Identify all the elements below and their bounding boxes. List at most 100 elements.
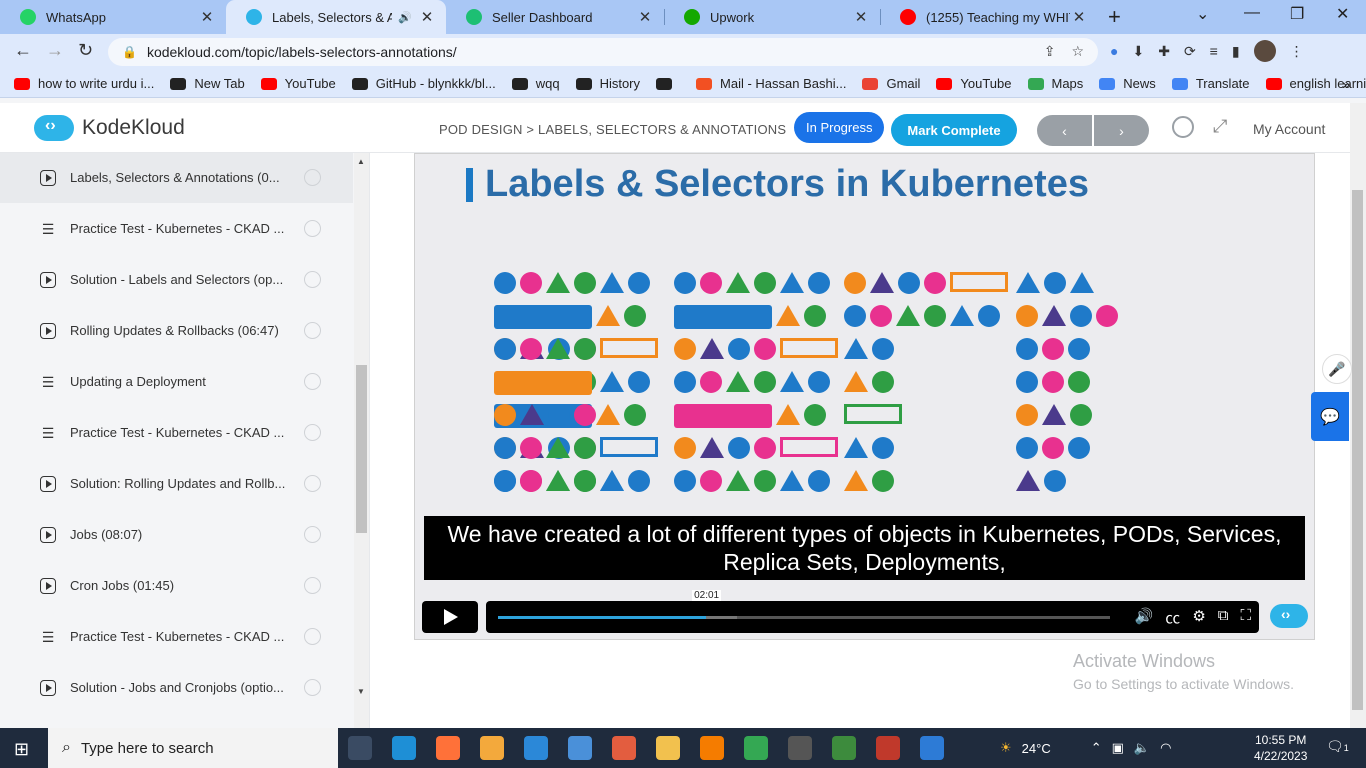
share-icon[interactable]: ⇪ <box>1044 43 1056 60</box>
lesson-complete-checkbox[interactable] <box>304 679 321 696</box>
close-window-button[interactable]: ✕ <box>1336 4 1349 24</box>
chrome-icon[interactable] <box>744 736 768 760</box>
lesson-item[interactable]: Cron Jobs (01:45) <box>0 560 353 611</box>
close-tab-icon[interactable]: ✕ <box>418 8 436 26</box>
lesson-item[interactable]: Labels, Selectors & Annotations (0... <box>0 153 353 203</box>
lesson-complete-checkbox[interactable] <box>304 475 321 492</box>
lesson-item[interactable]: Jobs (08:07) <box>0 509 353 560</box>
download-extension-icon[interactable]: ⬇ <box>1132 43 1144 62</box>
seek-bar[interactable] <box>498 616 1110 619</box>
bookmark-item[interactable]: Gmail <box>862 76 920 91</box>
new-tab-button[interactable]: + <box>1108 4 1121 30</box>
bookmark-item[interactable]: YouTube <box>936 76 1012 91</box>
mail-icon[interactable] <box>568 736 592 760</box>
browser-tab[interactable]: (1255) Teaching my WHITE fr✕ <box>880 0 1098 34</box>
tab-search-icon[interactable]: ⌄ <box>1196 4 1209 24</box>
lesson-item[interactable]: Solution: Rolling Updates and Rollb... <box>0 458 353 509</box>
lesson-item[interactable]: Rolling Updates & Rollbacks (06:47) <box>0 305 353 356</box>
scroll-down-icon[interactable]: ▼ <box>357 687 365 696</box>
bookmark-item[interactable]: Maps <box>1027 76 1083 91</box>
url-bar[interactable]: 🔒 kodekloud.com/topic/labels-selectors-a… <box>108 38 1098 66</box>
bookmarks-overflow-icon[interactable]: » <box>1342 76 1350 92</box>
wifi-icon[interactable]: ◠ <box>1160 740 1171 756</box>
page-scroll-thumb[interactable] <box>1352 190 1363 710</box>
chrome-alt-profile-icon[interactable] <box>876 736 900 760</box>
bookmark-item[interactable]: News <box>1099 76 1156 91</box>
lesson-item[interactable]: ☰ Practice Test - Kubernetes - CKAD ... <box>0 611 353 662</box>
lesson-complete-checkbox[interactable] <box>304 424 321 441</box>
edge-icon[interactable] <box>392 736 416 760</box>
profile-avatar[interactable] <box>1253 40 1276 62</box>
browser-tab[interactable]: Upwork ✕ <box>664 0 880 34</box>
lesson-complete-checkbox[interactable] <box>304 271 321 288</box>
theme-toggle-icon[interactable] <box>1172 116 1194 138</box>
bookmark-item[interactable]: Translate <box>1171 76 1250 91</box>
bookmark-item[interactable]: GitHub - blynkkk/bl... <box>351 76 496 91</box>
back-icon[interactable]: ← <box>14 40 32 61</box>
store-icon[interactable] <box>480 736 504 760</box>
photos-icon[interactable] <box>920 736 944 760</box>
camera-icon[interactable] <box>788 736 812 760</box>
browser-tab[interactable]: WhatsApp ✕ <box>0 0 226 34</box>
picture-in-picture-icon[interactable]: ⧉ <box>1218 607 1229 628</box>
lesson-complete-checkbox[interactable] <box>304 220 321 237</box>
volume-tray-icon[interactable]: 🔈 <box>1134 740 1150 756</box>
my-account-link[interactable]: My Account <box>1253 121 1325 137</box>
menu-icon[interactable]: ⋮ <box>1290 43 1304 62</box>
chat-support-button[interactable]: 💬 <box>1311 392 1349 441</box>
puzzle-extension-icon[interactable]: ✚ <box>1158 43 1170 62</box>
lesson-complete-checkbox[interactable] <box>304 322 321 339</box>
weather-icon[interactable]: ☀ <box>1000 740 1012 756</box>
expand-icon[interactable]: ⤢ <box>1213 116 1227 137</box>
lesson-complete-checkbox[interactable] <box>304 373 321 390</box>
app-icon[interactable] <box>612 736 636 760</box>
weather-temp[interactable]: 24°C <box>1022 741 1051 756</box>
fullscreen-icon[interactable]: ⛶ <box>1240 607 1251 628</box>
network-icon[interactable]: ▣ <box>1112 740 1124 756</box>
captions-icon[interactable]: ㏄ <box>1165 607 1180 628</box>
skype-icon[interactable] <box>524 736 548 760</box>
voice-mic-icon[interactable]: 🎤 <box>1322 354 1352 384</box>
next-lesson-button[interactable]: › <box>1094 115 1149 146</box>
tray-chevron-icon[interactable]: ⌃ <box>1091 740 1102 756</box>
system-clock[interactable]: 10:55 PM 4/22/2023 <box>1254 732 1307 764</box>
lesson-item[interactable]: Solution - Labels and Selectors (op... <box>0 254 353 305</box>
windows-start-icon[interactable]: ⊞ <box>14 739 29 760</box>
volume-icon[interactable]: 🔊 <box>1135 607 1154 628</box>
bookmark-item[interactable] <box>656 77 680 90</box>
settings-gear-icon[interactable]: ⚙ <box>1192 607 1205 628</box>
sync-extension-icon[interactable]: ⟳ <box>1184 43 1196 62</box>
lesson-complete-checkbox[interactable] <box>304 526 321 543</box>
task-view-icon[interactable] <box>348 736 372 760</box>
reload-icon[interactable]: ↻ <box>78 40 93 61</box>
mark-complete-button[interactable]: Mark Complete <box>891 114 1017 146</box>
close-tab-icon[interactable]: ✕ <box>198 8 216 26</box>
breadcrumb[interactable]: POD DESIGN > LABELS, SELECTORS & ANNOTAT… <box>439 122 786 137</box>
file-explorer-icon[interactable] <box>656 736 680 760</box>
settings-app-icon[interactable] <box>700 736 724 760</box>
restore-button[interactable]: ❐ <box>1290 4 1304 24</box>
bookmark-item[interactable]: english learning <box>1265 76 1366 91</box>
in-progress-badge[interactable]: In Progress <box>794 112 885 143</box>
forward-icon[interactable]: → <box>46 40 64 61</box>
scroll-up-icon[interactable]: ▲ <box>357 157 365 166</box>
bookmark-star-icon[interactable]: ☆ <box>1071 43 1084 60</box>
mic-extension-icon[interactable]: ● <box>1110 43 1118 62</box>
taskbar-search[interactable]: ⌕ Type here to search <box>48 728 338 768</box>
previous-lesson-button[interactable]: ‹ <box>1037 115 1092 146</box>
lesson-item[interactable]: ☰ Practice Test - Kubernetes - CKAD ... <box>0 203 353 254</box>
bookmark-item[interactable]: History <box>575 76 640 91</box>
bookmark-item[interactable]: Mail - Hassan Bashi... <box>696 76 846 91</box>
lesson-complete-checkbox[interactable] <box>304 169 321 186</box>
play-button[interactable] <box>422 601 478 633</box>
bookmark-item[interactable]: wqq <box>511 76 560 91</box>
lesson-complete-checkbox[interactable] <box>304 577 321 594</box>
tab-audio-icon[interactable]: 🔊 <box>398 11 412 24</box>
close-tab-icon[interactable]: ✕ <box>636 8 654 26</box>
side-panel-icon[interactable]: ▮ <box>1232 43 1240 62</box>
firefox-icon[interactable] <box>436 736 460 760</box>
chrome-profile-icon[interactable] <box>832 736 856 760</box>
browser-tab[interactable]: Seller Dashboard ✕ <box>446 0 664 34</box>
sidebar-scroll-thumb[interactable] <box>356 365 367 533</box>
lesson-item[interactable]: ☰ Updating a Deployment <box>0 356 353 407</box>
